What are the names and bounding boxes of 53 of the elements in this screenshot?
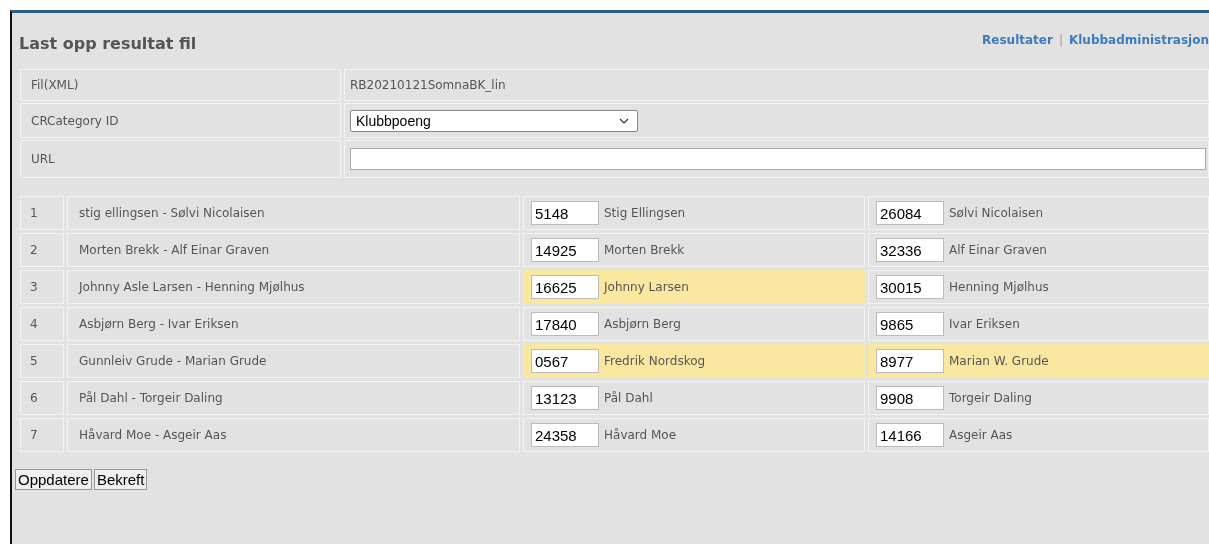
runner-name: Henning Mjølhus [949,280,1049,294]
runner-id-field[interactable]: 24358 [531,423,599,447]
runner-name: Håvard Moe [604,428,677,442]
file-name: RB20210121SomnaBK_lin [350,78,506,92]
form-label: Fil(XML) [20,69,341,101]
chevron-down-icon [619,117,629,124]
row-number: 6 [20,381,64,415]
row-number: 1 [20,196,64,230]
url-input-field[interactable] [350,148,1206,170]
runner-id-field[interactable]: 9908 [876,386,944,410]
row-number: 2 [20,233,64,267]
runner-name: Sølvi Nicolaisen [949,206,1044,220]
runner-id-field[interactable]: 5148 [531,201,599,225]
runner-name: Johnny Larsen [604,280,689,294]
link-separator: | [1058,33,1063,47]
row-number: 4 [20,307,64,341]
pair-names: stig ellingsen - Sølvi Nicolaisen [67,196,520,230]
form-button[interactable]: Oppdatere [15,469,92,490]
runner-name: Morten Brekk [604,243,685,257]
runner-id-field[interactable]: 8977 [876,349,944,373]
row-number: 5 [20,344,64,378]
form-label: CRCategory ID [20,103,341,138]
runner-id-field[interactable]: 26084 [876,201,944,225]
runner-id-field[interactable]: 0567 [531,349,599,373]
runner-name: Marian W. Grude [949,354,1049,368]
panel-title: Last opp resultat fil [19,33,197,53]
pair-names: Johnny Asle Larsen - Henning Mjølhus [67,270,520,304]
runner-name: Fredrik Nordskog [604,354,706,368]
row-number: 7 [20,418,64,452]
pair-names: Pål Dahl - Torgeir Daling [67,381,520,415]
runner-id-field[interactable]: 16625 [531,275,599,299]
pair-names: Asbjørn Berg - Ivar Eriksen [67,307,520,341]
runner-name: Asgeir Aas [949,428,1013,442]
form-button[interactable]: Bekreft [93,469,148,490]
runner-id-field[interactable]: 32336 [876,238,944,262]
runner-name: Asbjørn Berg [604,317,681,331]
pair-names: Håvard Moe - Asgeir Aas [67,418,520,452]
runner-id-field[interactable]: 17840 [531,312,599,336]
runner-name: Torgeir Daling [949,391,1032,405]
runner-id-field[interactable]: 14166 [876,423,944,447]
runner-id-field[interactable]: 13123 [531,386,599,410]
pair-names: Gunnleiv Grude - Marian Grude [67,344,520,378]
runner-id-field[interactable]: 9865 [876,312,944,336]
pair-names: Morten Brekk - Alf Einar Graven [67,233,520,267]
runner-id-field[interactable]: 30015 [876,275,944,299]
runner-name: Ivar Eriksen [949,317,1020,331]
category-dropdown[interactable]: Klubbpoeng [350,109,638,132]
runner-name: Stig Ellingsen [604,206,686,220]
runner-name: Alf Einar Graven [949,243,1047,257]
runner-id-field[interactable]: 14925 [531,238,599,262]
runner-name: Pål Dahl [604,391,653,405]
row-number: 3 [20,270,64,304]
form-label: URL [20,140,341,178]
